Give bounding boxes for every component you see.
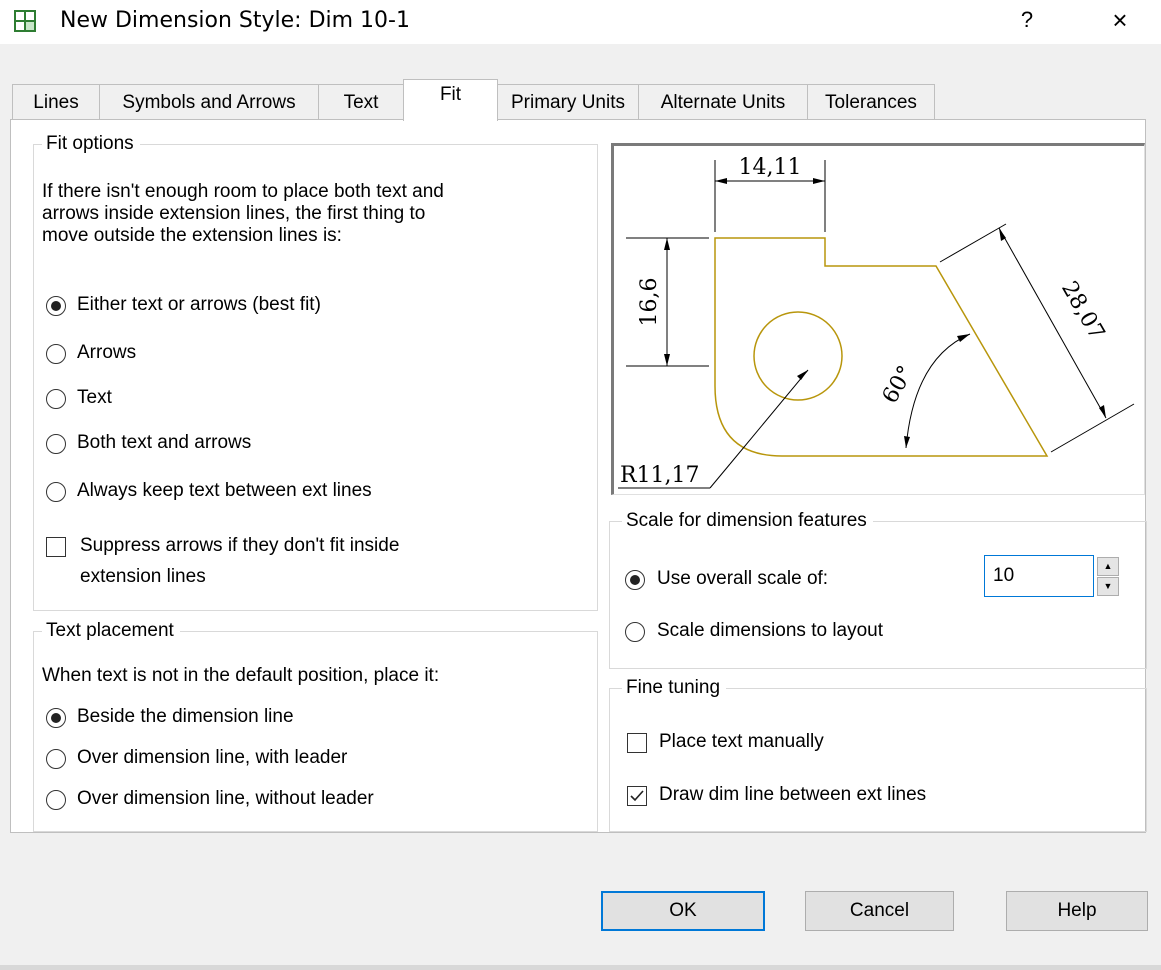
part-outline [714,237,1049,457]
bottom-edge [0,965,1161,970]
radio-text-label[interactable]: Text [77,387,112,409]
fit-description-line-1: If there isn't enough room to place both… [42,181,444,202]
radio-scale-to-layout[interactable] [625,622,645,642]
fit-options-legend: Fit options [42,133,140,155]
radio-arrows-label[interactable]: Arrows [77,342,136,364]
part-hole [753,311,843,401]
place-text-manually-checkbox[interactable] [627,733,647,753]
text-placement-legend: Text placement [42,620,180,642]
tab-lines[interactable]: Lines [12,84,100,120]
radio-beside-dim-line[interactable] [46,708,66,728]
checkmark-icon [630,790,644,802]
suppress-arrows-checkbox[interactable] [46,537,66,557]
spin-up-button[interactable]: ▲ [1097,557,1119,576]
radio-both-label[interactable]: Both text and arrows [77,432,251,454]
radio-always-keep-label[interactable]: Always keep text between ext lines [77,480,372,502]
tab-fit[interactable]: Fit [403,79,498,121]
scale-legend: Scale for dimension features [622,510,873,532]
tab-primary-units[interactable]: Primary Units [497,84,639,120]
suppress-arrows-label-1[interactable]: Suppress arrows if they don't fit inside [80,535,399,557]
help-button[interactable]: Help [1006,891,1148,931]
radio-over-with-leader-label[interactable]: Over dimension line, with leader [77,747,347,769]
help-title-button[interactable]: ? [1012,5,1042,35]
fine-tuning-legend: Fine tuning [622,677,727,699]
radio-scale-to-layout-label[interactable]: Scale dimensions to layout [657,620,883,642]
close-icon[interactable]: × [1103,4,1137,36]
fine-tuning-group [609,688,1147,832]
radio-both[interactable] [46,434,66,454]
radio-over-without-leader[interactable] [46,790,66,810]
place-text-manually-label[interactable]: Place text manually [659,731,824,753]
spin-down-button[interactable]: ▼ [1097,577,1119,596]
dim-top-text: 14,11 [739,155,802,180]
radio-over-with-leader[interactable] [46,749,66,769]
app-icon [14,10,36,32]
cancel-button[interactable]: Cancel [805,891,954,931]
radio-best-fit[interactable] [46,296,66,316]
radio-arrows[interactable] [46,344,66,364]
fit-options-description: If there isn't enough room to place both… [42,181,444,247]
ok-button[interactable]: OK [601,891,765,931]
radio-beside-dim-line-label[interactable]: Beside the dimension line [77,706,294,728]
dim-radius-text: R11,17 [620,463,700,488]
preview-pane: 14,11 16,6 28,07 60° R11,17 [611,143,1145,495]
radio-use-overall-scale-label[interactable]: Use overall scale of: [657,568,828,590]
preview-drawing: 14,11 16,6 28,07 60° R11,17 [618,155,1135,489]
dim-diagonal-text: 28,07 [1056,277,1109,344]
draw-dim-line-checkbox[interactable] [627,786,647,806]
tab-text[interactable]: Text [318,84,404,120]
scale-value-input[interactable] [984,555,1094,597]
radio-best-fit-label[interactable]: Either text or arrows (best fit) [77,294,321,316]
tab-symbols-and-arrows[interactable]: Symbols and Arrows [99,84,319,120]
text-placement-description: When text is not in the default position… [42,665,440,686]
radio-text[interactable] [46,389,66,409]
dim-left-text: 16,6 [637,278,662,327]
tab-tolerances[interactable]: Tolerances [807,84,935,120]
fit-description-line-3: move outside the extension lines is: [42,225,342,246]
fit-description-line-2: arrows inside extension lines, the first… [42,203,426,224]
radio-always-keep[interactable] [46,482,66,502]
window-title: New Dimension Style: Dim 10-1 [60,8,410,33]
draw-dim-line-label[interactable]: Draw dim line between ext lines [659,784,926,806]
suppress-arrows-label-2[interactable]: extension lines [80,566,206,588]
radio-over-without-leader-label[interactable]: Over dimension line, without leader [77,788,374,810]
radio-use-overall-scale[interactable] [625,570,645,590]
tab-alternate-units[interactable]: Alternate Units [638,84,808,120]
dim-angle-text: 60° [878,362,919,408]
